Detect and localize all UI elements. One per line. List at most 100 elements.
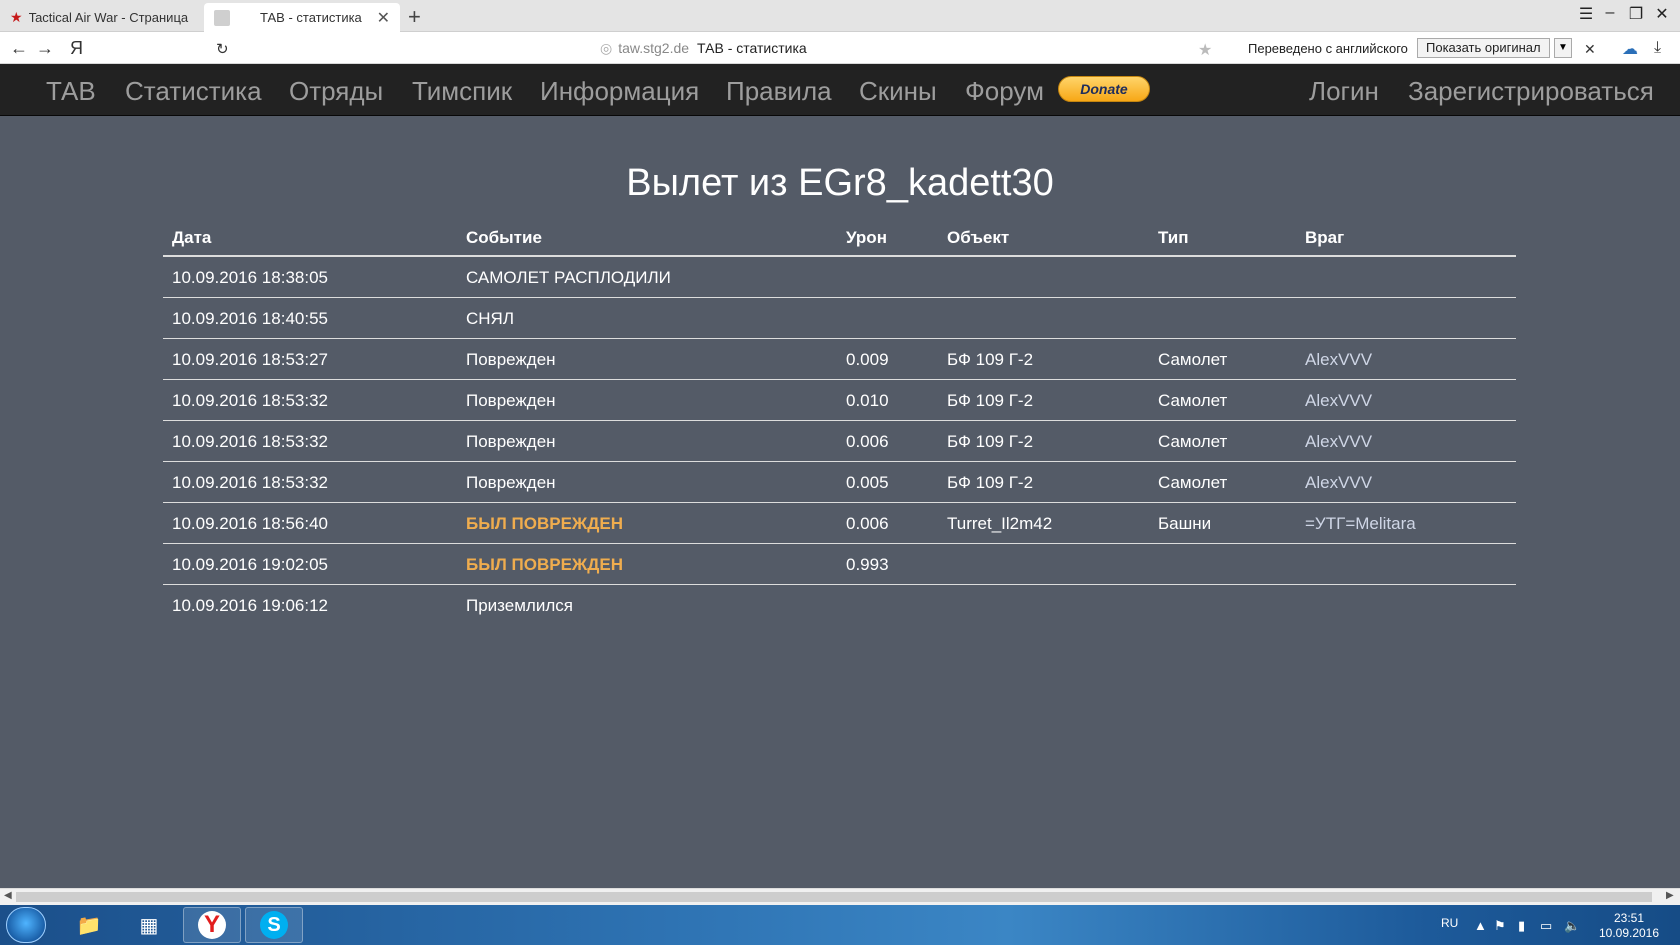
show-hidden-icons-icon[interactable]: ▲ (1474, 918, 1487, 933)
yandex-browser-icon[interactable]: Y (183, 907, 241, 943)
nav-link-squads[interactable]: Отряды (289, 76, 383, 107)
back-icon[interactable]: ← (10, 38, 28, 59)
globe-icon: ◎ (600, 40, 613, 56)
nav-link-stats[interactable]: Статистика (125, 76, 262, 107)
table-row: 10.09.2016 19:02:05 БЫЛ ПОВРЕЖДЕН 0.993 (163, 544, 1516, 585)
nav-link-skins[interactable]: Скины (859, 76, 937, 107)
volume-icon[interactable]: 🔈 (1564, 918, 1580, 934)
nav-link-info[interactable]: Информация (540, 76, 699, 107)
cell-damage: 0.010 (846, 391, 889, 410)
explorer-folder-icon[interactable]: 📁 (60, 907, 118, 943)
scroll-right-icon[interactable]: ▶ (1666, 890, 1674, 901)
cell-damage: 0.005 (846, 473, 889, 492)
cell-date: 10.09.2016 18:56:40 (172, 514, 328, 533)
nav-link-tav[interactable]: ТАВ (46, 76, 96, 107)
show-original-button[interactable]: Показать оригинал (1417, 38, 1550, 58)
system-clock[interactable]: 23:51 10.09.2016 (1596, 911, 1662, 941)
cell-type: Самолет (1158, 350, 1228, 369)
nav-link-register[interactable]: Зарегистрироваться (1408, 76, 1654, 107)
header-object: Объект (947, 228, 1010, 247)
skype-icon[interactable]: S (245, 907, 303, 943)
bookmark-star-icon[interactable]: ★ (1198, 40, 1212, 60)
close-translate-icon[interactable]: ✕ (1584, 41, 1596, 58)
cell-enemy[interactable]: AlexVVV (1305, 462, 1372, 503)
power-icon[interactable]: ▮ (1518, 918, 1525, 934)
cell-event: СНЯЛ (466, 309, 514, 328)
cell-event: САМОЛЕТ РАСПЛОДИЛИ (466, 268, 671, 287)
cell-enemy[interactable]: AlexVVV (1305, 380, 1372, 421)
table-row: 10.09.2016 18:40:55 СНЯЛ (163, 298, 1516, 339)
scrollbar-thumb[interactable] (16, 892, 1652, 902)
table-header: Дата Событие Урон Объект Тип Враг (163, 220, 1516, 257)
cell-enemy[interactable]: AlexVVV (1305, 339, 1372, 380)
cell-date: 10.09.2016 19:06:12 (172, 596, 328, 615)
download-icon[interactable]: ⤓ (1654, 39, 1661, 57)
url-field[interactable]: ◎ taw.stg2.de ТАВ - статистика (600, 40, 807, 57)
sortie-events-table: Дата Событие Урон Объект Тип Враг 10.09.… (163, 220, 1516, 626)
cell-type: Самолет (1158, 473, 1228, 492)
restore-icon[interactable]: ❐ (1624, 4, 1648, 24)
table-row: 10.09.2016 19:06:12 Приземлился (163, 585, 1516, 626)
cell-enemy[interactable]: AlexVVV (1305, 421, 1372, 462)
url-domain: taw.stg2.de (618, 40, 690, 56)
cell-object: БФ 109 Г-2 (947, 350, 1034, 369)
header-event: Событие (466, 228, 542, 247)
tab-label: ТАВ - статистика (260, 10, 362, 25)
cell-object: БФ 109 Г-2 (947, 432, 1034, 451)
table-row: 10.09.2016 18:53:27 Поврежден 0.009 БФ 109 … (163, 339, 1516, 380)
cell-event: Поврежден (466, 391, 556, 410)
cell-event: Поврежден (466, 473, 556, 492)
forward-icon[interactable]: → (36, 38, 54, 59)
clock-time: 23:51 (1613, 911, 1645, 925)
cell-object: БФ 109 Г-2 (947, 391, 1034, 410)
cell-object: Turret_Il2m42 (947, 514, 1053, 533)
cell-type: Самолет (1158, 391, 1228, 410)
cell-date: 10.09.2016 18:40:55 (172, 309, 328, 328)
yandex-logo-icon[interactable]: Я (70, 38, 83, 59)
cell-event: Поврежден (466, 432, 556, 451)
clock-date: 10.09.2016 (1598, 926, 1660, 940)
browser-tab-tactical-air-war[interactable]: ★ Tactical Air War - Страница (0, 3, 200, 32)
tab-label: Tactical Air War - Страница (28, 10, 189, 25)
cell-type: Самолет (1158, 432, 1228, 451)
nav-link-forum[interactable]: Форум (965, 76, 1044, 107)
scroll-left-icon[interactable]: ◀ (4, 890, 12, 901)
nav-link-teamspeak[interactable]: Тимспик (412, 76, 512, 107)
url-page-title: ТАВ - статистика (697, 40, 807, 56)
windows-taskbar: 📁 ▦ Y S RU ▲ ⚑ ▮ ▭ 🔈 23:51 10.09.2016 (0, 905, 1680, 945)
cell-damage: 0.009 (846, 350, 889, 369)
chevron-down-icon[interactable]: ▼ (1554, 38, 1572, 58)
cell-type: Башни (1158, 514, 1212, 533)
close-tab-icon[interactable]: ✕ (377, 8, 390, 28)
nav-link-rules[interactable]: Правила (726, 76, 832, 107)
cell-damage: 0.006 (846, 432, 889, 451)
cell-date: 10.09.2016 18:53:27 (172, 350, 328, 369)
page-title: Вылет из EGr8_kadett30 (626, 162, 1054, 204)
action-center-flag-icon[interactable]: ⚑ (1494, 918, 1506, 934)
close-window-icon[interactable]: ✕ (1650, 4, 1674, 24)
nav-link-login[interactable]: Логин (1309, 76, 1379, 107)
start-button[interactable] (6, 907, 46, 943)
cell-event: БЫЛ ПОВРЕЖДЕН (466, 514, 624, 533)
cell-damage: 0.993 (846, 555, 889, 574)
horizontal-scrollbar[interactable]: ◀ ▶ (0, 888, 1680, 905)
table-row: 10.09.2016 18:56:40 БЫЛ ПОВРЕЖДЕН 0.006 Tur… (163, 503, 1516, 544)
menu-icon[interactable]: ☰ (1574, 4, 1598, 24)
cell-event: Поврежден (466, 350, 556, 369)
new-tab-icon[interactable]: + (408, 4, 421, 30)
cell-enemy[interactable]: =УТГ=Melitara (1305, 503, 1416, 544)
minimize-icon[interactable]: – (1598, 4, 1622, 22)
table-row: 10.09.2016 18:53:32 Поврежден 0.006 БФ 109 … (163, 421, 1516, 462)
donate-button[interactable]: Donate (1058, 76, 1150, 102)
browser-tab-stats[interactable]: ТАВ - статистика ✕ (204, 3, 400, 32)
language-indicator[interactable]: RU (1441, 916, 1458, 930)
cell-date: 10.09.2016 18:53:32 (172, 432, 328, 451)
network-icon[interactable]: ▭ (1540, 918, 1552, 934)
reload-icon[interactable]: ↻ (216, 40, 229, 58)
calculator-icon[interactable]: ▦ (120, 907, 178, 943)
table-row: 10.09.2016 18:53:32 Поврежден 0.010 БФ 109 … (163, 380, 1516, 421)
cell-date: 10.09.2016 19:02:05 (172, 555, 328, 574)
table-row: 10.09.2016 18:38:05 САМОЛЕТ РАСПЛОДИЛИ (163, 257, 1516, 298)
header-date: Дата (172, 228, 212, 247)
turbo-icon[interactable]: ☁ (1622, 39, 1638, 59)
